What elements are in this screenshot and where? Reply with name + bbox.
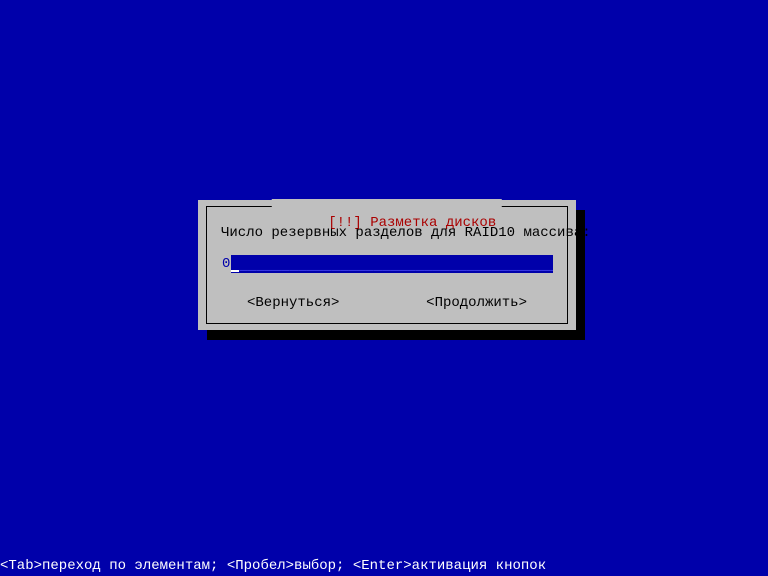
input-fill [239,255,553,273]
dialog-border: [!!] Разметка дисков Число резервных раз… [206,206,568,324]
status-bar: <Tab>переход по элементам; <Пробел>выбор… [0,558,768,576]
dialog-partition-disks: [!!] Разметка дисков Число резервных раз… [198,200,576,330]
back-button[interactable]: <Вернуться> [247,295,339,311]
button-row: <Вернуться> <Продолжить> [221,295,553,311]
continue-button[interactable]: <Продолжить> [426,295,527,311]
text-cursor-icon [231,257,239,272]
prompt-label: Число резервных разделов для RAID10 масс… [221,225,553,241]
input-value: 0 [221,255,231,273]
spare-partitions-input[interactable]: 0 [221,255,553,273]
